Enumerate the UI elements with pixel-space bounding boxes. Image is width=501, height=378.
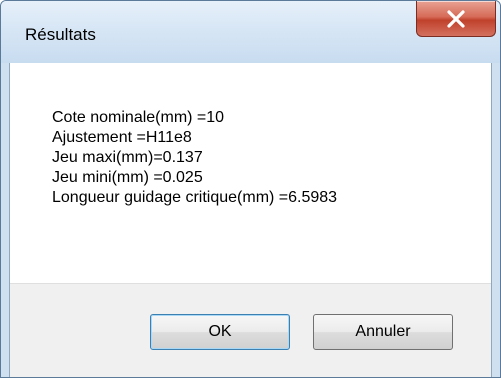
dialog-body: Cote nominale(mm) =10 Ajustement =H11e8 … — [9, 63, 492, 377]
title-bar[interactable]: Résultats — [1, 1, 500, 63]
close-button[interactable] — [416, 1, 496, 37]
results-dialog: Résultats Cote nominale(mm) =10 Ajusteme… — [0, 0, 501, 378]
results-panel: Cote nominale(mm) =10 Ajustement =H11e8 … — [10, 63, 491, 283]
result-line-nominal-size: Cote nominale(mm) =10 — [52, 109, 225, 126]
cancel-button[interactable]: Annuler — [313, 314, 453, 350]
result-line-max-clearance: Jeu maxi(mm)=0.137 — [52, 149, 203, 166]
window-title: Résultats — [25, 25, 96, 44]
button-bar: OK Annuler — [10, 283, 491, 377]
result-line-min-clearance: Jeu mini(mm) =0.025 — [52, 169, 203, 186]
result-line-fit: Ajustement =H11e8 — [52, 129, 192, 146]
ok-button[interactable]: OK — [150, 314, 290, 350]
close-icon — [447, 10, 465, 28]
results-text: Cote nominale(mm) =10 Ajustement =H11e8 … — [52, 108, 337, 208]
result-line-critical-guide-length: Longueur guidage critique(mm) =6.5983 — [52, 189, 338, 206]
